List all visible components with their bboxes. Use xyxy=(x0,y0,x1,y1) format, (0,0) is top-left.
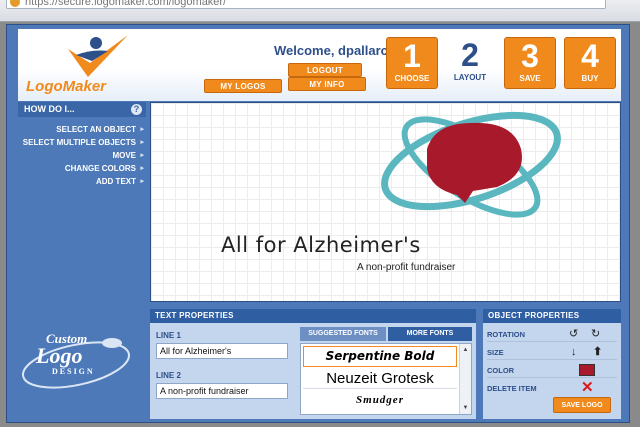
step-label: LAYOUT xyxy=(453,73,487,82)
step-number: 4 xyxy=(581,38,599,74)
step-label: SAVE xyxy=(519,74,541,83)
line1-input[interactable] xyxy=(156,343,288,359)
font-list-scrollbar[interactable]: ▲ ▼ xyxy=(459,344,471,414)
text-properties-header: TEXT PROPERTIES xyxy=(150,309,476,323)
design-subtitle-text[interactable]: A non-profit fundraiser xyxy=(357,262,455,273)
tab-suggested-fonts[interactable]: SUGGESTED FONTS xyxy=(300,327,386,341)
welcome-text: Welcome, dpallarca xyxy=(274,43,396,58)
address-bar[interactable]: https://secure.logomaker.com/logomaker/ xyxy=(6,0,606,9)
color-row: COLOR xyxy=(487,363,617,378)
design-title-text[interactable]: All for Alzheimer's xyxy=(221,233,421,257)
how-do-i-panel: HOW DO I... ? SELECT AN OBJECT SELECT MU… xyxy=(18,102,146,300)
size-decrease-icon[interactable]: ↓ xyxy=(571,345,577,359)
header: LogoMaker Welcome, dpallarca LOGOUT MY L… xyxy=(18,29,621,101)
font-option[interactable]: Smudger xyxy=(303,390,457,411)
line2-input[interactable] xyxy=(156,383,288,399)
logo-wordmark: LogoMaker xyxy=(26,78,106,95)
design-canvas[interactable]: All for Alzheimer's A non-profit fundrai… xyxy=(150,102,621,302)
delete-label: DELETE ITEM xyxy=(487,384,537,393)
rotate-left-icon[interactable]: ↺ xyxy=(569,327,578,341)
step-layout[interactable]: 2 LAYOUT xyxy=(444,37,496,89)
step-label: BUY xyxy=(581,74,599,83)
rotation-row: ROTATION ↺ ↻ xyxy=(487,327,617,342)
font-list: Serpentine Bold Neuzeit Grotesk Smudger … xyxy=(300,343,472,415)
size-row: SIZE ↓ ⬆ xyxy=(487,345,617,360)
step-label: CHOOSE xyxy=(394,74,430,83)
step-buy[interactable]: 4 BUY xyxy=(564,37,616,89)
browser-toolbar: https://secure.logomaker.com/logomaker/ xyxy=(0,0,640,22)
delete-row: DELETE ITEM ✕ xyxy=(487,380,617,396)
how-do-i-title: HOW DO I... xyxy=(24,104,75,114)
logo-word: Logo xyxy=(36,343,83,368)
howto-move[interactable]: MOVE xyxy=(18,149,146,162)
tab-more-fonts[interactable]: MORE FONTS xyxy=(388,327,472,341)
font-option[interactable]: Neuzeit Grotesk xyxy=(303,368,457,389)
delete-icon[interactable]: ✕ xyxy=(581,380,594,396)
text-properties-panel: TEXT PROPERTIES LINE 1 LINE 2 SUGGESTED … xyxy=(150,309,476,419)
object-properties-panel: OBJECT PROPERTIES ROTATION ↺ ↻ SIZE ↓ ⬆ … xyxy=(483,309,621,419)
line1-label: LINE 1 xyxy=(156,331,181,340)
logout-button[interactable]: LOGOUT xyxy=(288,63,362,77)
help-icon[interactable]: ? xyxy=(131,104,142,115)
object-properties-header: OBJECT PROPERTIES xyxy=(483,309,621,323)
howto-change-colors[interactable]: CHANGE COLORS xyxy=(18,162,146,175)
step-number: 1 xyxy=(403,38,421,74)
save-logo-button[interactable]: SAVE LOGO xyxy=(553,397,611,413)
my-info-button[interactable]: MY INFO xyxy=(288,77,366,91)
my-logos-button[interactable]: MY LOGOS xyxy=(204,79,282,93)
logomaker-logo[interactable]: LogoMaker xyxy=(24,33,144,95)
custom-logo-design-badge[interactable]: Custom Logo DESIGN xyxy=(18,309,146,409)
scroll-up-icon[interactable]: ▲ xyxy=(461,345,470,355)
rotate-right-icon[interactable]: ↻ xyxy=(591,327,600,341)
logo-mark-icon xyxy=(68,35,128,77)
step-number: 2 xyxy=(461,37,479,73)
step-number: 3 xyxy=(521,38,539,74)
design-word: DESIGN xyxy=(52,367,95,376)
howto-select-object[interactable]: SELECT AN OBJECT xyxy=(18,123,146,136)
address-text: https://secure.logomaker.com/logomaker/ xyxy=(25,0,227,8)
line2-label: LINE 2 xyxy=(156,371,181,380)
logo-word-logo: Logo xyxy=(26,78,63,95)
rotation-label: ROTATION xyxy=(487,330,526,339)
color-label: COLOR xyxy=(487,366,515,375)
site-icon xyxy=(10,0,20,7)
how-do-i-list: SELECT AN OBJECT SELECT MULTIPLE OBJECTS… xyxy=(18,123,146,188)
font-option[interactable]: Serpentine Bold xyxy=(303,346,457,367)
scroll-down-icon[interactable]: ▼ xyxy=(461,403,470,413)
logo-word-maker: Maker xyxy=(62,78,107,95)
howto-add-text[interactable]: ADD TEXT xyxy=(18,175,146,188)
font-tabs: SUGGESTED FONTS MORE FONTS xyxy=(300,327,472,341)
step-choose[interactable]: 1 CHOOSE xyxy=(386,37,438,89)
how-do-i-header: HOW DO I... ? xyxy=(18,102,146,117)
logomaker-app: LogoMaker Welcome, dpallarca LOGOUT MY L… xyxy=(6,24,630,423)
size-increase-icon[interactable]: ⬆ xyxy=(593,345,602,359)
step-save[interactable]: 3 SAVE xyxy=(504,37,556,89)
howto-select-multiple[interactable]: SELECT MULTIPLE OBJECTS xyxy=(18,136,146,149)
color-swatch[interactable] xyxy=(579,364,595,376)
size-label: SIZE xyxy=(487,348,504,357)
